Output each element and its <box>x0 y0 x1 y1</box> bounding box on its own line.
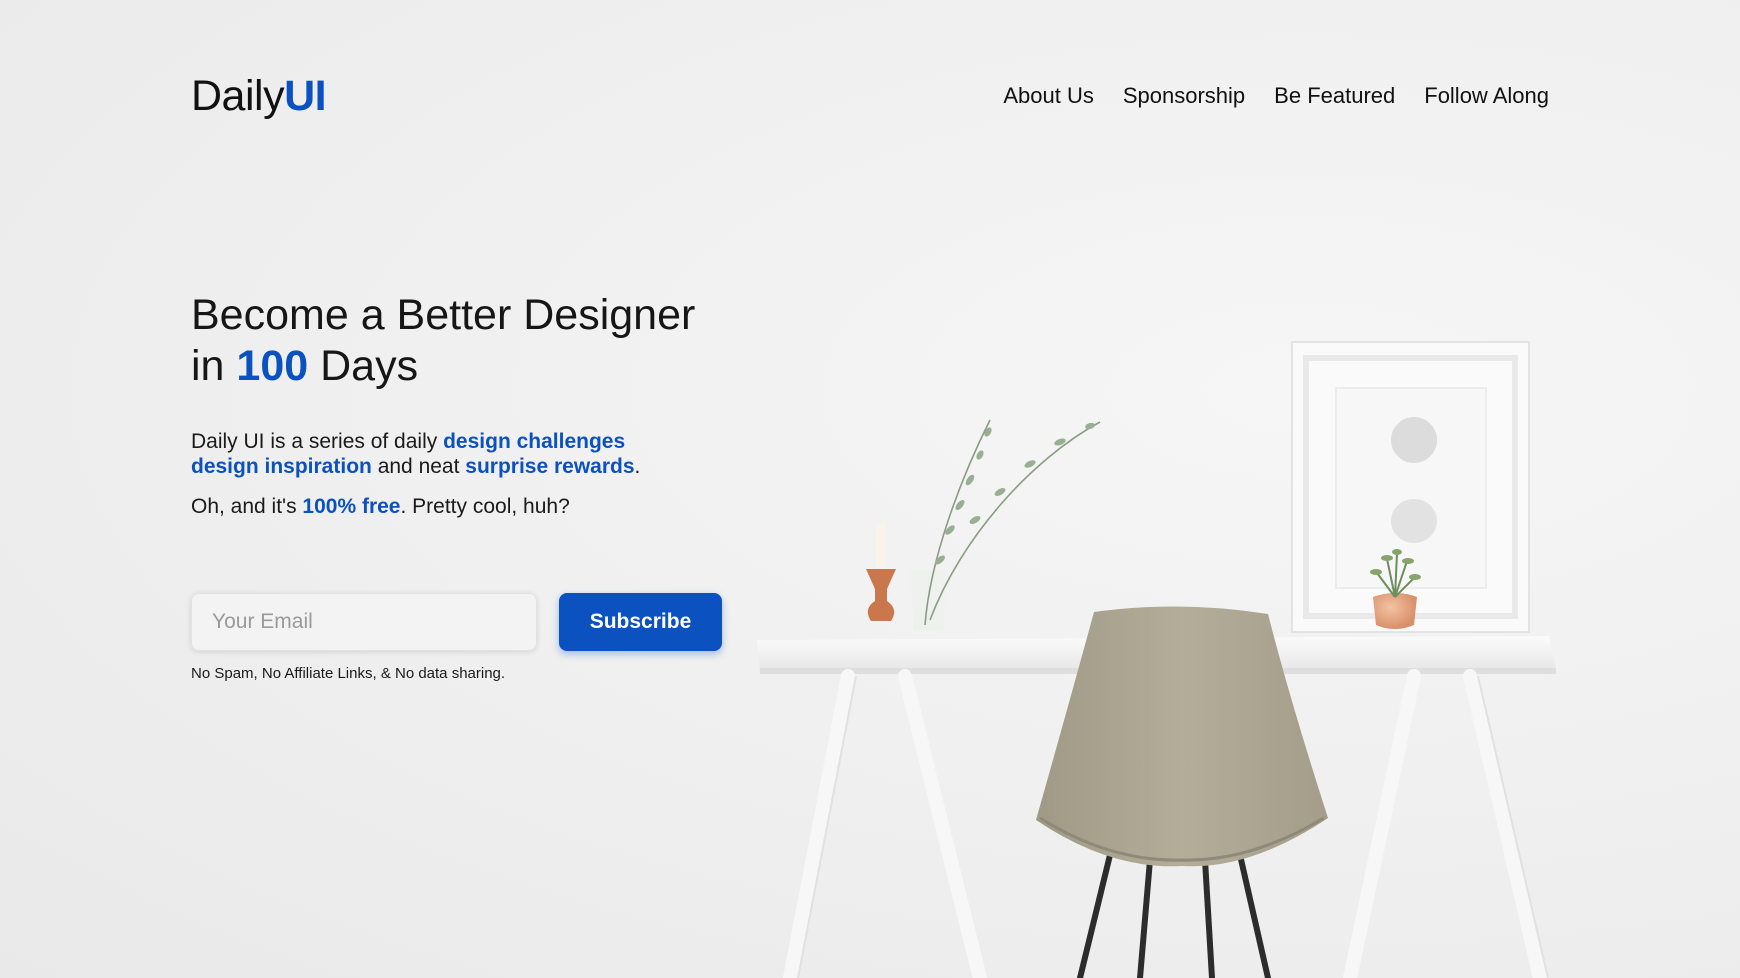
hero-intro: Daily UI is a series of daily design cha… <box>191 429 671 479</box>
intro-mid-text: and neat <box>371 455 466 478</box>
hero-title: Become a Better Designer in 100 Days <box>191 290 751 392</box>
free-line: Oh, and it's 100% free. Pretty cool, huh… <box>191 494 751 519</box>
disclaimer: No Spam, No Affiliate Links, & No data s… <box>191 665 506 682</box>
nav-sponsorship[interactable]: Sponsorship <box>1123 83 1245 109</box>
nav-about-us[interactable]: About Us <box>1003 83 1094 109</box>
candle-holder <box>866 523 896 621</box>
site-header: DailyUI About Us Sponsorship Be Featured… <box>191 66 1549 126</box>
hero: Become a Better Designer in 100 Days Dai… <box>191 290 751 519</box>
logo[interactable]: DailyUI <box>191 71 327 121</box>
hero-title-prefix: in <box>191 342 237 390</box>
email-input[interactable] <box>191 593 537 651</box>
subscribe-form: Subscribe <box>191 593 722 651</box>
free-highlight: 100% free <box>302 495 401 518</box>
intro-highlight-rewards: surprise rewards <box>465 455 635 478</box>
free-prefix: Oh, and it's <box>191 495 303 518</box>
intro-text: Daily UI is a series of daily <box>191 430 444 453</box>
intro-end: . <box>634 455 641 478</box>
nav-be-featured[interactable]: Be Featured <box>1274 83 1395 109</box>
free-suffix: . Pretty cool, huh? <box>400 495 570 518</box>
hero-title-suffix: Days <box>308 342 419 390</box>
intro-highlight-challenges: design challenges <box>443 430 626 453</box>
main-nav: About Us Sponsorship Be Featured Follow … <box>1003 83 1549 109</box>
hero-title-line1: Become a Better Designer <box>191 291 696 339</box>
subscribe-button[interactable]: Subscribe <box>559 593 722 651</box>
intro-highlight-inspiration: design inspiration <box>191 455 372 478</box>
logo-prefix: Daily <box>191 71 285 120</box>
hero-title-number: 100 <box>236 342 309 390</box>
eucalyptus-vase <box>910 419 1101 630</box>
nav-follow-along[interactable]: Follow Along <box>1424 83 1549 109</box>
logo-accent: UI <box>284 71 327 120</box>
picture-frame <box>1291 341 1530 633</box>
